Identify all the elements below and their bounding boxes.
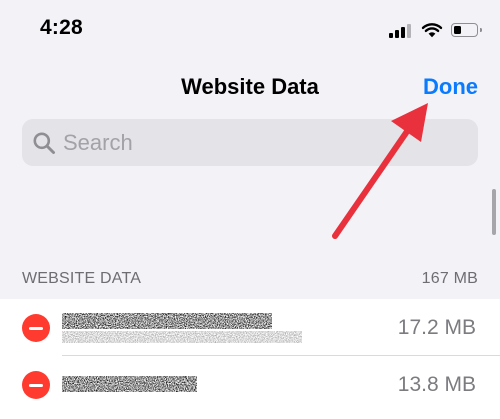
status-time: 4:28 <box>40 16 83 39</box>
status-bar: 4:28 <box>0 0 500 60</box>
wifi-icon <box>421 23 443 38</box>
minus-circle-icon <box>29 383 43 387</box>
section-total-size: 167 MB <box>421 270 478 287</box>
navigation-bar: Website Data Done <box>0 62 500 112</box>
magnifying-glass-icon <box>33 132 55 154</box>
cellular-signal-icon <box>389 22 411 38</box>
search-bar[interactable] <box>22 119 478 166</box>
site-name-redacted <box>62 376 197 392</box>
section-title: WEBSITE DATA <box>22 270 142 287</box>
minus-circle-icon <box>29 326 43 330</box>
search-input[interactable] <box>63 129 443 156</box>
battery-level <box>454 26 461 34</box>
delete-button[interactable] <box>22 314 50 342</box>
battery-icon <box>451 23 482 37</box>
scroll-indicator[interactable] <box>492 189 496 235</box>
status-icons <box>389 20 482 40</box>
section-header: WEBSITE DATA 167 MB <box>22 270 478 290</box>
site-name-redacted <box>62 313 302 343</box>
done-button[interactable]: Done <box>423 74 478 100</box>
site-data-size: 17.2 MB <box>397 316 476 339</box>
site-data-size: 13.8 MB <box>397 373 476 396</box>
website-data-list: 17.2 MB 13.8 MB <box>0 299 500 419</box>
delete-button[interactable] <box>22 371 50 399</box>
list-item[interactable]: 13.8 MB <box>0 356 500 412</box>
list-item[interactable]: 17.2 MB <box>0 299 500 356</box>
